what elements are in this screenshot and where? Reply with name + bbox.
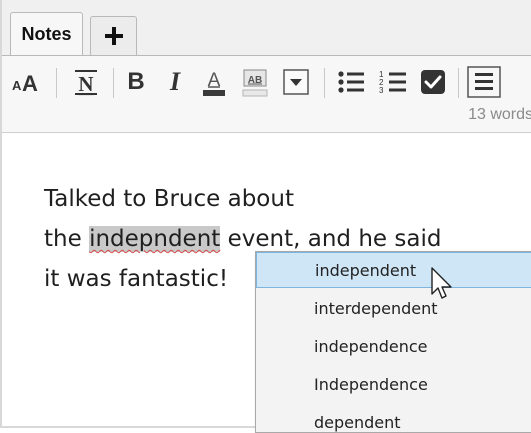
misspelled-word[interactable]: indepndent xyxy=(89,226,221,252)
checkbox-icon xyxy=(421,70,445,94)
suggestion-label: Independence xyxy=(314,374,428,394)
bulleted-list-button[interactable] xyxy=(334,65,368,99)
highlight-icon: AB xyxy=(242,69,268,97)
word-count: 13 words xyxy=(468,106,531,123)
suggestion-label: dependent xyxy=(314,412,401,432)
text-run: the xyxy=(44,226,90,252)
tab-notes[interactable]: Notes xyxy=(10,12,83,55)
toolbar-divider xyxy=(56,68,57,98)
numbered-list-icon: 1 2 3 xyxy=(379,70,406,95)
bold-button[interactable]: B xyxy=(121,65,151,99)
font-color-button[interactable]: A xyxy=(198,65,230,99)
notes-panel: Notes A A N B I A AB 1 2 3 13 words Talk… xyxy=(0,0,531,433)
plus-icon xyxy=(104,26,124,46)
normal-style-icon: N xyxy=(75,70,97,96)
spelling-suggestions-menu: independent interdependent independence … xyxy=(255,251,531,433)
chevron-down-icon xyxy=(283,69,309,95)
align-button[interactable] xyxy=(464,65,504,99)
highlight-button[interactable]: AB xyxy=(238,65,272,99)
note-line: Talked to Bruce about xyxy=(44,186,294,212)
normal-style-glyph: N xyxy=(78,72,93,96)
text-run: event, and he said xyxy=(220,226,442,252)
font-size-icon: A A xyxy=(12,71,38,96)
numbered-list-button[interactable]: 1 2 3 xyxy=(376,65,410,99)
font-size-button[interactable]: A A xyxy=(10,65,46,99)
add-tab-button[interactable] xyxy=(90,16,137,55)
note-line: the indepndent event, and he said xyxy=(44,226,441,252)
font-color-glyph: A xyxy=(208,70,221,91)
suggestion-label: independent xyxy=(315,260,417,280)
mouse-cursor-icon xyxy=(431,267,452,299)
tab-notes-label: Notes xyxy=(21,23,72,44)
italic-icon: I xyxy=(169,67,181,96)
formatting-toolbar: A A N B I A AB 1 2 3 13 words xyxy=(2,55,531,133)
font-color-icon: A xyxy=(203,70,225,96)
font-size-small-a: A xyxy=(12,78,22,93)
bulleted-list-icon xyxy=(338,71,364,93)
checkbox-button[interactable] xyxy=(416,65,450,99)
toolbar-divider xyxy=(458,68,459,98)
suggestion-item[interactable]: dependent xyxy=(256,404,531,432)
numbered-list-digit: 3 xyxy=(379,86,384,95)
note-line: it was fantastic! xyxy=(44,266,229,292)
suggestion-item[interactable]: independence xyxy=(256,328,531,364)
suggestion-item[interactable]: interdependent xyxy=(256,290,531,326)
italic-button[interactable]: I xyxy=(160,65,190,99)
bold-icon: B xyxy=(127,68,145,95)
tab-strip: Notes xyxy=(2,0,531,55)
suggestion-item[interactable]: Independence xyxy=(256,366,531,402)
suggestion-label: interdependent xyxy=(314,298,438,318)
font-size-large-a: A xyxy=(22,71,38,96)
suggestion-item[interactable]: independent xyxy=(256,252,531,288)
dropdown-button[interactable] xyxy=(280,65,312,99)
suggestion-label: independence xyxy=(314,336,428,356)
normal-text-button[interactable]: N xyxy=(68,65,104,99)
toolbar-divider xyxy=(324,68,325,98)
align-icon xyxy=(467,66,501,98)
toolbar-divider xyxy=(113,68,114,98)
